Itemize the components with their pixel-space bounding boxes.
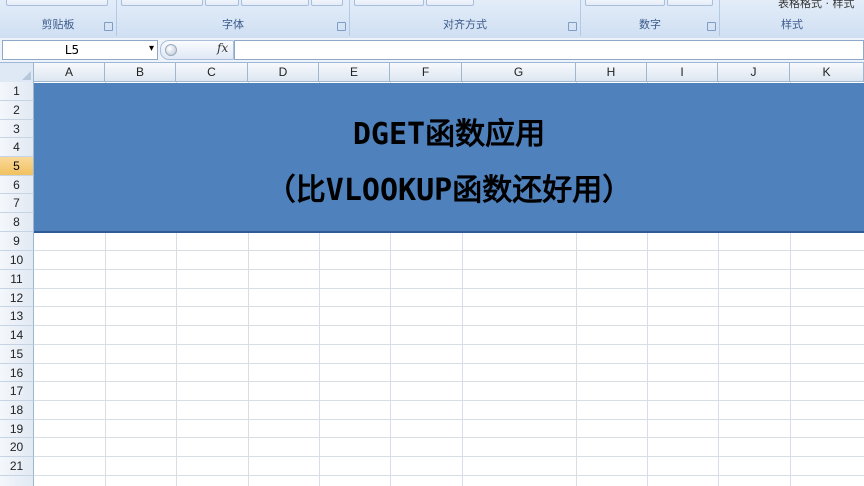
gridline bbox=[34, 363, 864, 364]
drag-handle-icon[interactable] bbox=[165, 44, 177, 56]
ribbon: 剪贴板 字体 对齐方式 数字 表格格式 · 样式 样式 bbox=[0, 0, 864, 39]
row-header-16[interactable]: 16 bbox=[0, 364, 34, 382]
column-header-f[interactable]: F bbox=[390, 63, 462, 82]
number-group: 数字 bbox=[581, 0, 720, 36]
font-color-button[interactable] bbox=[241, 0, 309, 6]
number-group-label: 数字 bbox=[639, 18, 661, 31]
font-size-dropdown[interactable] bbox=[205, 0, 239, 6]
row-header-14[interactable]: 14 bbox=[0, 326, 34, 345]
align-top-button[interactable] bbox=[354, 0, 424, 6]
column-header-h[interactable]: H bbox=[576, 63, 647, 82]
font-size-grow-button[interactable] bbox=[311, 0, 343, 6]
number-format-dropdown[interactable] bbox=[585, 0, 665, 6]
gridline bbox=[34, 250, 864, 251]
row-header-7[interactable]: 7 bbox=[0, 194, 34, 213]
number-launcher-icon[interactable] bbox=[707, 22, 716, 31]
styles-group: 表格格式 · 样式 样式 bbox=[720, 0, 864, 36]
banner-subtitle: （比VLOOKUP函数还好用） bbox=[265, 173, 633, 208]
font-group: 字体 bbox=[117, 0, 350, 36]
alignment-launcher-icon[interactable] bbox=[568, 22, 577, 31]
row-header-4[interactable]: 4 bbox=[0, 138, 34, 157]
gridline bbox=[34, 437, 864, 438]
alignment-group-label: 对齐方式 bbox=[443, 18, 487, 31]
formula-controls: fx bbox=[160, 40, 234, 60]
gridline bbox=[34, 306, 864, 307]
banner-title: DGET函数应用 bbox=[352, 117, 546, 152]
row-header-11[interactable]: 11 bbox=[0, 270, 34, 289]
column-header-k[interactable]: K bbox=[790, 63, 864, 82]
row-header-5[interactable]: 5 bbox=[0, 157, 34, 176]
column-header-g[interactable]: G bbox=[462, 63, 576, 82]
row-header-20[interactable]: 20 bbox=[0, 438, 34, 457]
name-box-value: L5 bbox=[64, 43, 80, 57]
row-header-2[interactable]: 2 bbox=[0, 101, 34, 120]
gridline bbox=[34, 400, 864, 401]
format-as-table-button[interactable]: 表格格式 · 样式 bbox=[778, 0, 855, 11]
row-header-17[interactable]: 17 bbox=[0, 382, 34, 401]
gridline bbox=[34, 381, 864, 382]
row-header-1[interactable]: 1 bbox=[0, 82, 34, 101]
column-header-e[interactable]: E bbox=[319, 63, 390, 82]
row-header-18[interactable]: 18 bbox=[0, 401, 34, 420]
gridline bbox=[34, 475, 864, 476]
row-header-10[interactable]: 10 bbox=[0, 251, 34, 270]
row-header-22[interactable] bbox=[0, 476, 34, 486]
column-header-j[interactable]: J bbox=[718, 63, 790, 82]
clipboard-group-label: 剪贴板 bbox=[41, 18, 75, 31]
gridline bbox=[34, 456, 864, 457]
orientation-button[interactable] bbox=[426, 0, 474, 6]
gridline bbox=[34, 269, 864, 270]
percent-button[interactable] bbox=[667, 0, 713, 6]
row-header-21[interactable]: 21 bbox=[0, 457, 34, 476]
font-launcher-icon[interactable] bbox=[337, 22, 346, 31]
font-name-dropdown[interactable] bbox=[121, 0, 203, 6]
column-header-c[interactable]: C bbox=[176, 63, 248, 82]
gridline bbox=[34, 344, 864, 345]
clipboard-group: 剪贴板 bbox=[0, 0, 117, 36]
gridline bbox=[34, 325, 864, 326]
font-group-label: 字体 bbox=[222, 18, 244, 31]
column-header-b[interactable]: B bbox=[105, 63, 176, 82]
name-box[interactable]: L5 ▾ bbox=[2, 40, 158, 60]
row-header-19[interactable]: 19 bbox=[0, 420, 34, 438]
row-header-13[interactable]: 13 bbox=[0, 307, 34, 326]
column-header-d[interactable]: D bbox=[248, 63, 319, 82]
worksheet-grid[interactable]: A B C D E F G H I J K 1 2 3 4 5 6 7 8 9 … bbox=[0, 63, 864, 486]
column-header-a[interactable]: A bbox=[34, 63, 105, 82]
paste-button[interactable] bbox=[6, 0, 108, 6]
insert-function-icon[interactable]: fx bbox=[217, 41, 228, 55]
formula-bar: L5 ▾ fx bbox=[0, 38, 864, 63]
alignment-group: 对齐方式 bbox=[350, 0, 581, 36]
row-header-3[interactable]: 3 bbox=[0, 120, 34, 138]
row-header-12[interactable]: 12 bbox=[0, 289, 34, 307]
row-header-9[interactable]: 9 bbox=[0, 232, 34, 251]
column-header-i[interactable]: I bbox=[647, 63, 718, 82]
chevron-down-icon[interactable]: ▾ bbox=[149, 43, 154, 54]
row-header-6[interactable]: 6 bbox=[0, 176, 34, 194]
formula-input[interactable] bbox=[234, 40, 864, 60]
select-all-button[interactable] bbox=[0, 63, 34, 83]
row-header-15[interactable]: 15 bbox=[0, 345, 34, 364]
styles-group-label: 样式 bbox=[781, 18, 803, 31]
row-header-8[interactable]: 8 bbox=[0, 213, 34, 232]
clipboard-launcher-icon[interactable] bbox=[104, 22, 113, 31]
gridline bbox=[34, 288, 864, 289]
title-banner-cell[interactable]: DGET函数应用 （比VLOOKUP函数还好用） bbox=[34, 83, 864, 233]
gridline bbox=[34, 419, 864, 420]
